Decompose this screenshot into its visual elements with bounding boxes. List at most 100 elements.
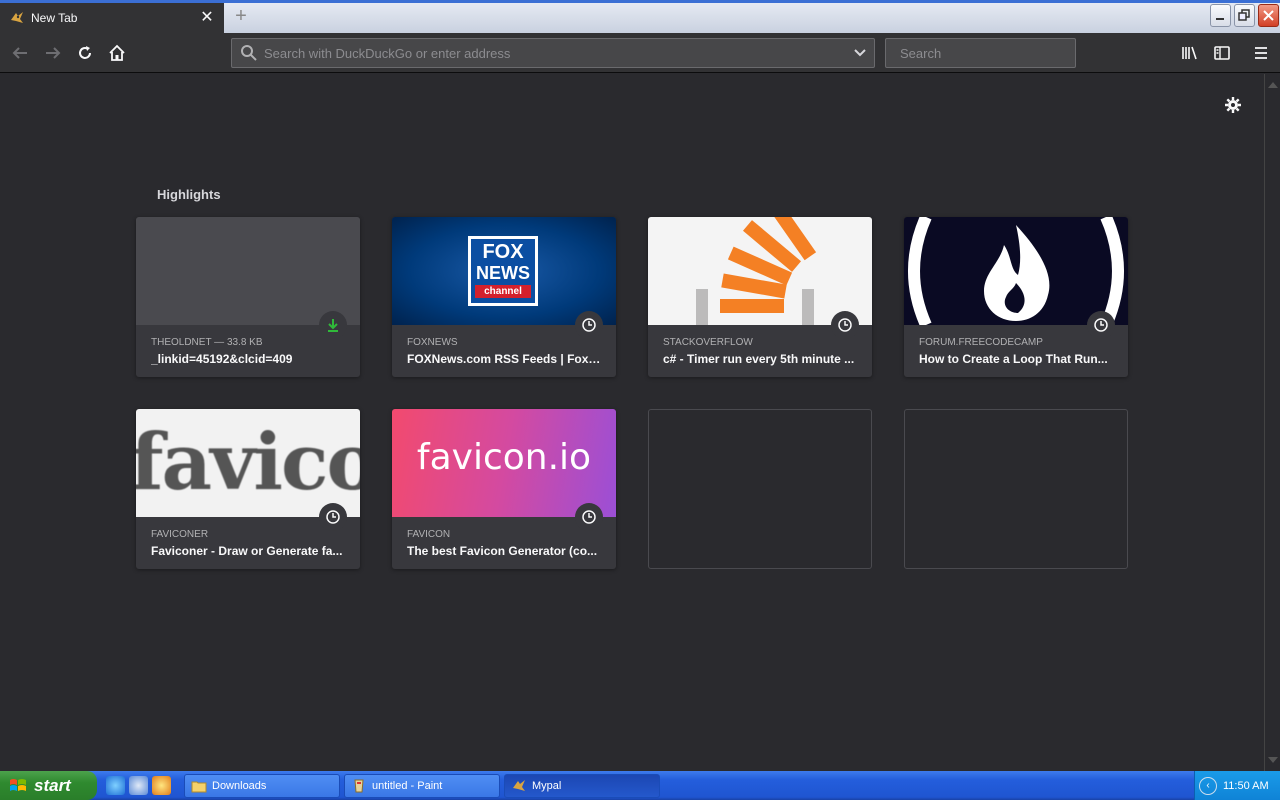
card-thumbnail: FOX NEWS channel	[392, 217, 616, 325]
empty-highlight-slot	[904, 409, 1128, 569]
page-scrollbar[interactable]	[1264, 74, 1280, 771]
card-thumbnail: favico	[136, 409, 360, 517]
start-button[interactable]: start	[0, 771, 97, 800]
url-history-dropdown[interactable]	[846, 39, 874, 67]
search-icon	[241, 45, 257, 61]
quick-launch	[106, 776, 171, 795]
media-player-icon[interactable]	[152, 776, 171, 795]
card-thumbnail: favicon.io	[392, 409, 616, 517]
minimize-icon	[1216, 18, 1224, 20]
highlight-card-foxnews[interactable]: FOX NEWS channel FOXNEWS FOXNews.com RSS…	[392, 217, 616, 377]
taskbar-item-label: Mypal	[532, 780, 562, 792]
faviconer-thumb-text: favico	[136, 417, 360, 508]
home-button[interactable]	[105, 41, 129, 65]
card-hostname: FOXNEWS	[407, 337, 458, 348]
new-tab-page: Highlights THEOLDNET — 33.8 KB _linkid=4…	[0, 74, 1264, 771]
close-window-button[interactable]	[1258, 4, 1279, 27]
card-meta: STACKOVERFLOW c# - Timer run every 5th m…	[648, 325, 872, 377]
mypal-favicon-icon	[11, 12, 23, 23]
card-meta: FORUM.FREECODECAMP How to Create a Loop …	[904, 325, 1128, 377]
highlight-card-theoldnet[interactable]: THEOLDNET — 33.8 KB _linkid=45192&clcid=…	[136, 217, 360, 377]
taskbar-item-label: Downloads	[212, 780, 267, 792]
card-title: How to Create a Loop That Run...	[919, 352, 1108, 366]
paint-icon	[354, 779, 364, 793]
fox-logo-word: FOX	[482, 241, 524, 263]
card-hostname: FAVICONER	[151, 529, 209, 540]
empty-highlight-slot	[648, 409, 872, 569]
library-icon	[1182, 46, 1197, 60]
card-title: _linkid=45192&clcid=409	[151, 352, 293, 366]
card-thumbnail	[904, 217, 1128, 325]
taskbar-item-mypal[interactable]: Mypal	[504, 774, 660, 798]
mypal-favicon-icon	[513, 780, 525, 791]
windows-flag-icon	[10, 778, 26, 791]
card-hostname: STACKOVERFLOW	[663, 337, 753, 348]
tab-strip: New Tab ✕ +	[0, 0, 1280, 33]
address-bar[interactable]	[231, 38, 875, 68]
sidebar-icon	[1214, 46, 1230, 60]
forward-button[interactable]	[41, 41, 65, 65]
restore-icon	[1238, 9, 1250, 21]
new-tab-plus-icon[interactable]: +	[230, 6, 252, 28]
internet-explorer-icon[interactable]	[106, 776, 125, 795]
taskbar-item-paint[interactable]: untitled - Paint	[344, 774, 500, 798]
card-title: c# - Timer run every 5th minute ...	[663, 352, 855, 366]
freecodecamp-logo-icon	[908, 217, 1124, 325]
channel-logo-word: channel	[475, 285, 531, 298]
scroll-down-arrow-icon[interactable]	[1268, 757, 1278, 763]
card-meta: FOXNEWS FOXNews.com RSS Feeds | Fox ...	[392, 325, 616, 377]
show-desktop-icon[interactable]	[129, 776, 148, 795]
tab-close-icon[interactable]: ✕	[200, 10, 214, 26]
highlights-heading: Highlights	[157, 187, 221, 202]
gear-icon	[1225, 97, 1241, 113]
show-hidden-icons-icon[interactable]: ‹	[1199, 776, 1217, 795]
customize-button[interactable]	[1222, 94, 1244, 116]
forward-arrow-icon	[46, 47, 61, 59]
reload-icon	[79, 46, 91, 59]
card-thumbnail	[648, 217, 872, 325]
fox-news-logo: FOX NEWS channel	[468, 236, 538, 306]
clock: 11:50 AM	[1223, 779, 1269, 792]
highlight-card-favicon-io[interactable]: favicon.io FAVICON The best Favicon Gene…	[392, 409, 616, 569]
highlight-card-faviconer[interactable]: favico FAVICONER Faviconer - Draw or Gen…	[136, 409, 360, 569]
taskbar-item-label: untitled - Paint	[372, 780, 443, 792]
card-title: FOXNews.com RSS Feeds | Fox ...	[407, 352, 601, 366]
tab-title: New Tab	[31, 11, 78, 25]
card-meta: THEOLDNET — 33.8 KB _linkid=45192&clcid=…	[136, 325, 360, 377]
favicon-io-thumb-text: favicon.io	[416, 437, 592, 478]
back-arrow-icon	[12, 47, 27, 59]
highlight-card-stackoverflow[interactable]: STACKOVERFLOW c# - Timer run every 5th m…	[648, 217, 872, 377]
library-button[interactable]	[1178, 41, 1202, 65]
card-title: Faviconer - Draw or Generate fa...	[151, 544, 343, 558]
card-thumbnail	[136, 217, 360, 325]
minimize-button[interactable]	[1210, 4, 1231, 27]
restore-button[interactable]	[1234, 4, 1255, 27]
chevron-down-icon	[854, 49, 866, 57]
back-button[interactable]	[8, 41, 32, 65]
highlight-card-freecodecamp[interactable]: FORUM.FREECODECAMP How to Create a Loop …	[904, 217, 1128, 377]
address-input[interactable]	[264, 40, 846, 66]
sidebar-button[interactable]	[1210, 41, 1234, 65]
menu-button[interactable]	[1249, 41, 1273, 65]
hamburger-menu-icon	[1255, 47, 1267, 59]
card-meta: FAVICONER Faviconer - Draw or Generate f…	[136, 517, 360, 569]
card-meta: FAVICON The best Favicon Generator (co..…	[392, 517, 616, 569]
reload-button[interactable]	[73, 41, 97, 65]
scroll-up-arrow-icon[interactable]	[1268, 82, 1278, 88]
card-hostname: FAVICON	[407, 529, 451, 540]
start-label: start	[34, 775, 71, 795]
close-icon	[1263, 10, 1274, 21]
news-logo-word: NEWS	[476, 263, 530, 283]
system-tray: ‹ 11:50 AM	[1194, 771, 1280, 800]
taskbar: start Downloads untitled - Paint Mypal ‹…	[0, 771, 1280, 800]
card-hostname: THEOLDNET — 33.8 KB	[151, 337, 263, 348]
folder-icon	[191, 781, 207, 793]
navigation-toolbar	[0, 33, 1280, 73]
tab-new-tab[interactable]: New Tab ✕	[0, 3, 224, 33]
stackoverflow-logo-icon	[696, 217, 817, 325]
search-input[interactable]	[900, 40, 1076, 66]
search-bar[interactable]	[885, 38, 1076, 68]
taskbar-item-downloads[interactable]: Downloads	[184, 774, 340, 798]
card-title: The best Favicon Generator (co...	[407, 544, 598, 558]
card-hostname: FORUM.FREECODECAMP	[919, 337, 1043, 348]
